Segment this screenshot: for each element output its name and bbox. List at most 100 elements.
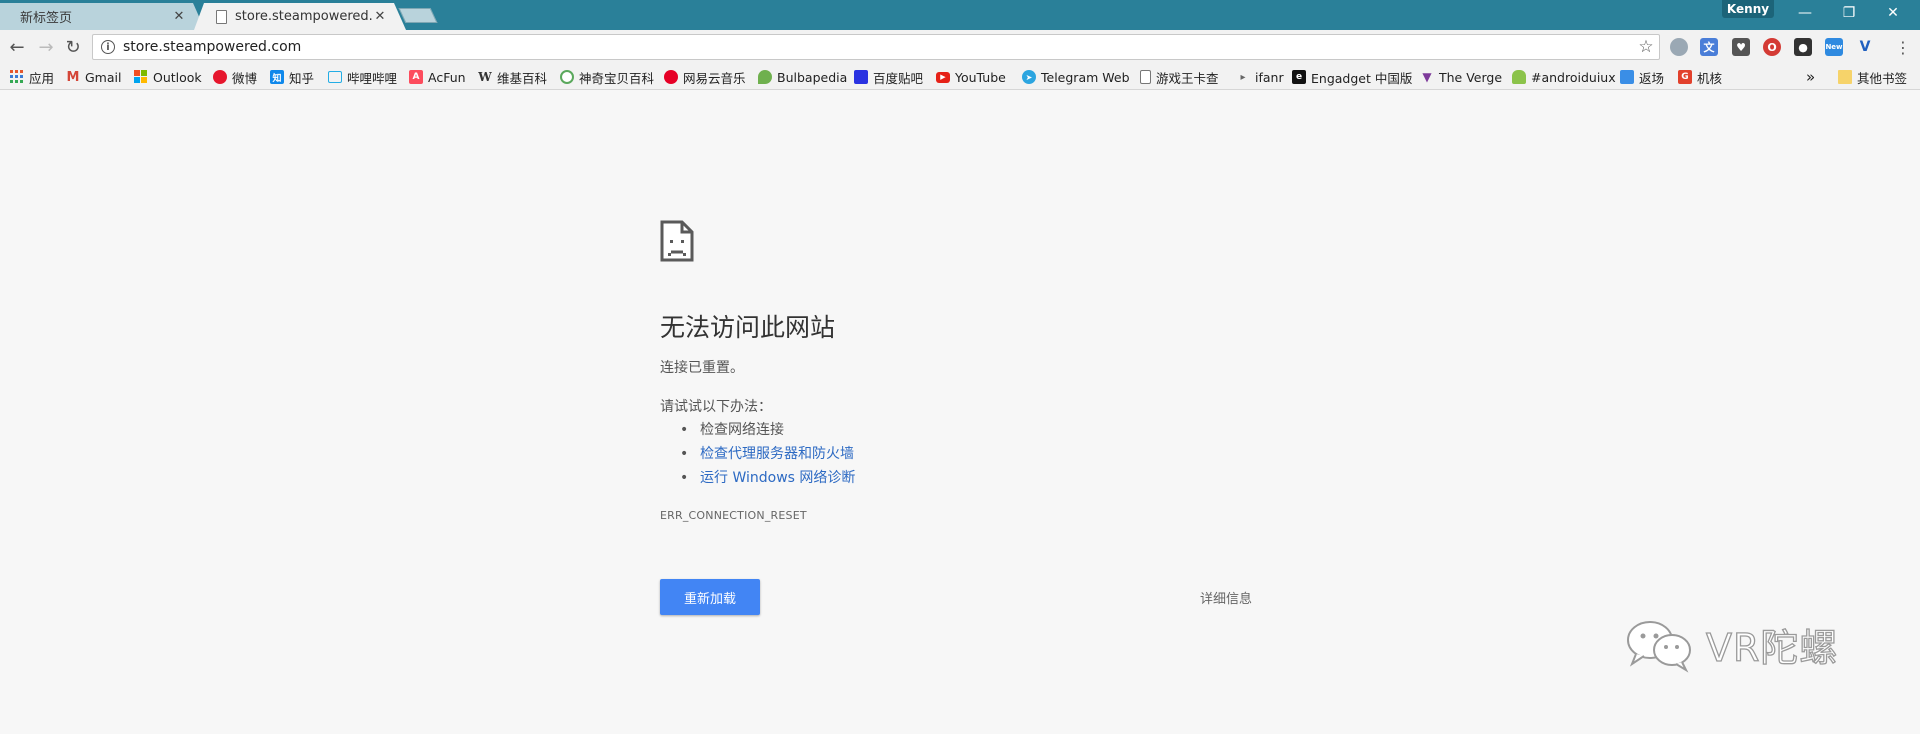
watermark-text: VR陀螺 xyxy=(1705,625,1839,670)
bookmark-pokemon-wiki[interactable]: 神奇宝贝百科 xyxy=(560,68,654,86)
bookmark-youtube[interactable]: ▶ YouTube xyxy=(936,68,1006,86)
bookmark-acfun[interactable]: A AcFun xyxy=(409,68,466,86)
suggestion-windows-diagnostics-link[interactable]: 运行 Windows 网络诊断 xyxy=(680,466,855,490)
bookmark-apps[interactable]: 应用 xyxy=(10,68,54,86)
bookmark-label: YouTube xyxy=(955,69,1006,85)
minimize-button[interactable]: — xyxy=(1782,0,1828,26)
android-icon xyxy=(1512,70,1526,84)
translate-icon[interactable]: 文 xyxy=(1700,38,1718,56)
bookmark-label: AcFun xyxy=(428,69,466,85)
ghost-icon[interactable]: ● xyxy=(1794,38,1812,56)
netease-music-icon xyxy=(664,70,678,84)
back-button[interactable]: ← xyxy=(6,36,28,58)
ifanr-icon: ▸ xyxy=(1240,71,1246,83)
bookmark-gcores[interactable]: G 机核 xyxy=(1678,68,1722,86)
bookmark-label: Gmail xyxy=(85,69,122,85)
details-button[interactable]: 详细信息 xyxy=(1200,588,1252,607)
restore-button[interactable]: ❐ xyxy=(1826,0,1872,26)
gmail-icon: M xyxy=(66,69,80,85)
bookmark-yugioh[interactable]: 游戏王卡查 xyxy=(1140,68,1219,86)
bookmark-label: 游戏王卡查 xyxy=(1156,70,1219,86)
toolbar: ← → ↻ i store.steampowered.com ☆ 文 ♥ O ●… xyxy=(0,30,1920,64)
bookmark-ifanr[interactable]: ▸ ifanr xyxy=(1236,68,1284,86)
bookmark-label: 微博 xyxy=(232,70,258,86)
info-icon[interactable]: i xyxy=(101,40,115,54)
bookmark-fanchang[interactable]: 返场 xyxy=(1620,68,1664,86)
window-close-button[interactable]: ✕ xyxy=(1870,0,1916,26)
pocket-icon[interactable]: ♥ xyxy=(1732,38,1750,56)
baidu-tieba-icon xyxy=(854,70,868,84)
verge-icon: ▼ xyxy=(1422,70,1432,84)
bookmarks-bar: 应用 M Gmail Outlook 微博 知知乎 哔哩哔哩 A AcFun W 维基… xyxy=(0,64,1920,90)
bookmark-star-icon[interactable]: ☆ xyxy=(1633,37,1659,57)
tab-close-icon[interactable]: ✕ xyxy=(372,9,388,25)
reload-button[interactable]: ↻ xyxy=(62,36,84,58)
bookmark-zhihu[interactable]: 知知乎 xyxy=(270,68,314,86)
suggestion-check-network: 检查网络连接 xyxy=(680,418,855,442)
bookmark-weibo[interactable]: 微博 xyxy=(213,68,257,86)
bookmark-engadget[interactable]: e Engadget 中国版 xyxy=(1292,68,1412,86)
error-code: ERR_CONNECTION_RESET xyxy=(660,509,807,522)
bookmarks-overflow-button[interactable]: » xyxy=(1806,68,1815,86)
opera-icon[interactable]: O xyxy=(1763,38,1781,56)
weibo-icon xyxy=(213,70,227,84)
bookmark-label: 网易云音乐 xyxy=(683,70,746,86)
reload-page-button[interactable]: 重新加载 xyxy=(660,579,760,615)
youtube-icon: ▶ xyxy=(936,71,950,83)
bookmark-label: Bulbapedia xyxy=(777,69,848,85)
suggestions-list: 检查网络连接 检查代理服务器和防火墙 运行 Windows 网络诊断 xyxy=(680,418,855,490)
bookmark-label: 神奇宝贝百科 xyxy=(579,70,655,86)
bookmark-label: Outlook xyxy=(153,69,202,85)
new-tab-button[interactable] xyxy=(398,8,438,23)
tab-strip: 新标签页 ✕ store.steampowered.co ✕ Kenny — ❐… xyxy=(0,0,1920,30)
other-bookmarks-folder[interactable]: 其他书签 xyxy=(1838,68,1907,86)
tab-new-tab[interactable]: 新标签页 ✕ xyxy=(0,3,205,30)
bookmark-androiduiux[interactable]: #androiduiux xyxy=(1512,68,1616,86)
outlook-icon xyxy=(134,70,148,84)
suggestion-check-proxy-link[interactable]: 检查代理服务器和防火墙 xyxy=(680,442,855,466)
tab-close-icon[interactable]: ✕ xyxy=(171,9,187,25)
tab-title: 新标签页 xyxy=(20,11,73,26)
bookmark-label: #androiduiux xyxy=(1531,69,1616,85)
new-ext-icon[interactable]: New xyxy=(1825,38,1843,56)
watermark: VR陀螺 xyxy=(1620,614,1860,674)
ext-1-icon[interactable] xyxy=(1670,38,1688,56)
menu-icon[interactable]: ⋮ xyxy=(1892,36,1914,58)
bookmark-label: 哔哩哔哩 xyxy=(347,70,398,86)
error-title: 无法访问此网站 xyxy=(660,313,836,342)
bookmark-label: 其他书签 xyxy=(1857,70,1908,86)
bookmark-label: Telegram Web xyxy=(1041,69,1130,85)
bookmark-label: ifanr xyxy=(1255,69,1284,85)
profile-button[interactable]: Kenny xyxy=(1722,0,1774,18)
bookmark-netease-music[interactable]: 网易云音乐 xyxy=(664,68,746,86)
engadget-icon: e xyxy=(1292,70,1306,84)
v-icon[interactable]: V xyxy=(1856,38,1874,56)
forward-button[interactable]: → xyxy=(35,36,57,58)
gcores-icon: G xyxy=(1678,70,1692,84)
bookmark-outlook[interactable]: Outlook xyxy=(134,68,202,86)
fanchang-icon xyxy=(1620,70,1634,84)
bookmark-gmail[interactable]: M Gmail xyxy=(66,68,122,86)
address-bar[interactable]: i store.steampowered.com ☆ xyxy=(92,34,1660,60)
bookmark-telegram[interactable]: ➤ Telegram Web xyxy=(1022,68,1130,86)
error-description: 连接已重置。 xyxy=(660,360,744,376)
bookmark-label: 百度贴吧 xyxy=(873,70,924,86)
tab-steam-store[interactable]: store.steampowered.co ✕ xyxy=(194,3,406,30)
tab-title: store.steampowered.co xyxy=(235,9,372,24)
wechat-icon xyxy=(1627,621,1691,673)
pokemon-wiki-icon xyxy=(560,70,574,84)
bilibili-icon xyxy=(328,71,342,83)
bookmark-label: The Verge xyxy=(1439,69,1503,85)
bookmark-the-verge[interactable]: ▼ The Verge xyxy=(1420,68,1502,86)
suggestions-label: 请试试以下办法： xyxy=(660,399,772,415)
bookmark-label: Engadget 中国版 xyxy=(1311,70,1413,86)
bookmark-baidu-tieba[interactable]: 百度贴吧 xyxy=(854,68,923,86)
bookmark-bilibili[interactable]: 哔哩哔哩 xyxy=(328,68,397,86)
bookmark-wikipedia[interactable]: W 维基百科 xyxy=(478,68,547,86)
page-icon xyxy=(1140,70,1151,84)
folder-icon xyxy=(1838,70,1852,84)
bookmark-bulbapedia[interactable]: Bulbapedia xyxy=(758,68,847,86)
apps-icon xyxy=(10,70,24,84)
telegram-icon: ➤ xyxy=(1022,70,1036,84)
url-text[interactable]: store.steampowered.com xyxy=(123,39,1633,55)
